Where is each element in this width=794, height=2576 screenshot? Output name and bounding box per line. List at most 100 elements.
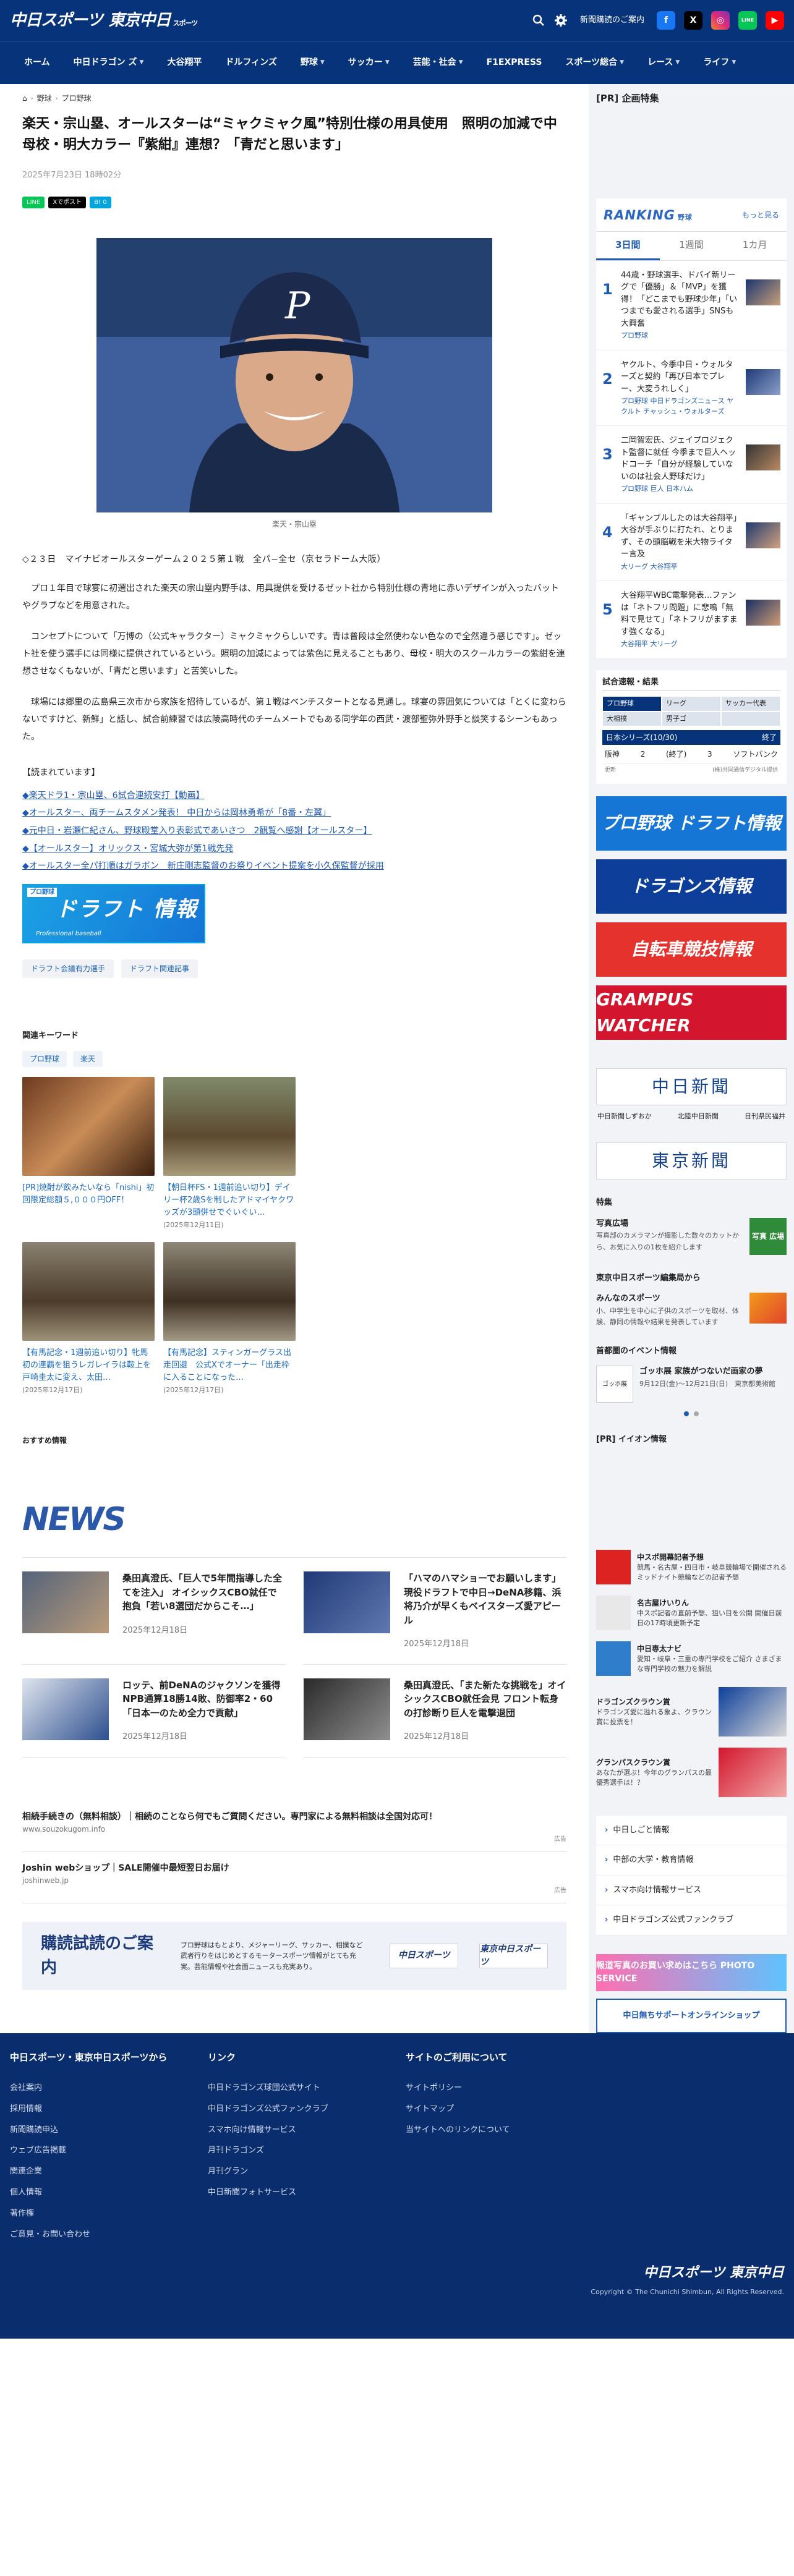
related-link[interactable]: ◆楽天ドラ1・宗山塁、6試合連続安打【動画】 [22, 787, 566, 805]
hatena-bookmark-button[interactable]: B! 0 [90, 196, 111, 208]
subscribe-link[interactable]: 新聞購読のご案内 [576, 14, 648, 27]
site-logo[interactable]: 中日スポーツ 東京中日 スポーツ [10, 9, 198, 33]
score-tab[interactable]: 大相撲 [602, 711, 662, 726]
paper-link[interactable]: 北陸中日新聞 [678, 1112, 719, 1122]
score-tab[interactable]: リーグ [662, 696, 721, 712]
footer-link[interactable]: 会社案内 [10, 2078, 208, 2099]
nav-item[interactable]: ライフ ▼ [691, 57, 748, 68]
tokyo-shimbun-logo[interactable]: 東京新聞 [596, 1142, 787, 1180]
footer-link[interactable]: 中日新聞フォトサービス [208, 2182, 406, 2203]
footer-link[interactable]: スマホ向け情報サービス [208, 2120, 406, 2141]
side-link[interactable]: スマホ向け情報サービス [596, 1875, 787, 1905]
side-ad[interactable]: 中日専太ナビ 愛知・岐阜・三重の専門学校をご紹介 さまざまな専門学校の魅力を解説 [596, 1641, 787, 1676]
footer-link[interactable]: 月刊グラン [208, 2161, 406, 2182]
tag-link[interactable]: ドラフト会議有力選手 [22, 959, 114, 979]
side-ad[interactable]: 中スポ開幕記者予想 競馬・名古屋・四日市・岐阜競輪場で開催されるミッドナイト競輪な… [596, 1549, 787, 1584]
footer-link[interactable]: 新聞購読申込 [10, 2120, 208, 2141]
related-link[interactable]: ◆オールスター全パ打順はガラボン 新庄剛志監督のお祭りイベント提案を小久保監督が… [22, 857, 566, 875]
nav-item[interactable]: サッカー ▼ [336, 57, 401, 68]
footer-link[interactable]: 個人情報 [10, 2182, 208, 2203]
keyword-tag[interactable]: プロ野球 [22, 1050, 67, 1067]
gear-icon[interactable] [554, 14, 568, 27]
photo-service-banner[interactable]: 報道写真のお買い求めはこちら PHOTO SERVICE [596, 1953, 787, 1991]
related-link[interactable]: ◆元中日・岩瀬仁紀さん、野球殿堂入り表彰式であいさつ 2観覧へ感謝【オールスター… [22, 822, 566, 840]
refresh-link[interactable]: 更新 [605, 767, 616, 775]
carousel-dot[interactable] [684, 1411, 689, 1416]
footer-link[interactable]: ウェブ広告掲載 [10, 2140, 208, 2161]
dragons-banner[interactable]: ドラゴンズ情報 [596, 859, 787, 914]
tab-1month[interactable]: 1カ月 [723, 232, 787, 260]
search-icon[interactable] [532, 14, 545, 27]
nav-item[interactable]: F1EXPRESS [475, 57, 554, 68]
x-post-button[interactable]: Xでポスト [48, 196, 87, 208]
nav-item[interactable]: 中日ドラゴン ズ ▼ [62, 57, 156, 68]
footer-link[interactable]: 著作権 [10, 2203, 208, 2224]
news-item[interactable]: 桑田真澄氏、「また新たな挑戦を」オイシックスCBO就任会見 フロント転身の打診断… [304, 1665, 566, 1758]
tag-link[interactable]: ドラフト関連記事 [121, 959, 198, 979]
side-ad[interactable]: ドラゴンズクラウン賞 ドラゴンズ愛に溢れる象よ、クラウン賞に投票を！ [596, 1686, 787, 1736]
score-tab[interactable]: 男子ゴ [662, 711, 721, 726]
side-ad[interactable]: グランパスクラウン賞 あなたが選ぶ！今年のグランパスの最優秀選手は！？ [596, 1747, 787, 1797]
tab-3days[interactable]: 3日間 [596, 232, 660, 260]
recommend-card[interactable]: [PR]焼酎が飲みたいなら「nishi」初回限定総額５,０００円OFF！ [22, 1076, 155, 1231]
ranking-item[interactable]: 3 二岡智宏氏、ジェイプロジェクト監督に就任 今季まで巨人ヘッドコーチ「自分が経… [596, 426, 787, 504]
side-link[interactable]: 中日しごと情報 [596, 1815, 787, 1845]
paper-link[interactable]: 日刊県民福井 [745, 1112, 785, 1122]
footer-logo[interactable]: 中日スポーツ 東京中日 [644, 2263, 784, 2283]
subscription-banner[interactable]: 購読試読のご案内 プロ野球はもとより、メジャーリーグ、サッカー、相撲など武者行り… [22, 1921, 566, 1990]
footer-link[interactable]: ご意見・お問い合わせ [10, 2224, 208, 2245]
paper-link[interactable]: 中日新聞しずおか [597, 1112, 652, 1122]
line-icon[interactable]: LINE [738, 11, 757, 30]
side-link[interactable]: 中日ドラゴンズ公式ファンクラブ [596, 1905, 787, 1936]
footer-link[interactable]: 当サイトへのリンクについて [406, 2120, 604, 2141]
score-tab[interactable]: サッカー代表 [721, 696, 780, 712]
footer-link[interactable]: 関連企業 [10, 2161, 208, 2182]
event-item[interactable]: ゴッホ展 ゴッホ展 家族がつないだ画家の夢 9月12日(金)〜12月21日(日) … [596, 1366, 787, 1403]
nav-item[interactable]: ドルフィンズ [213, 57, 288, 68]
footer-link[interactable]: サイトポリシー [406, 2078, 604, 2099]
ranking-item[interactable]: 4 「ギャンブルしたのは大谷翔平」大谷が手ぶりに打たれ、とりまず、その頭脳戦を米… [596, 504, 787, 581]
x-icon[interactable]: X [684, 11, 702, 30]
ranking-more-link[interactable]: もっと見る [742, 210, 779, 221]
home-icon[interactable]: ⌂ [22, 93, 27, 104]
nav-item[interactable]: 大谷翔平 [155, 57, 213, 68]
carousel-dot[interactable] [694, 1411, 699, 1416]
tokyo-chunichi-sports-logo[interactable]: 東京中日スポーツ [479, 1943, 548, 1968]
feature-item[interactable]: 写真広場 写真部のカメラマンが撮影した数々のカットから、お気に入りの1枚を紹介しま… [596, 1217, 787, 1255]
footer-link[interactable]: 中日ドラゴンズ公式ファンクラブ [208, 2099, 406, 2120]
score-row[interactable]: 阪神 2 (終了) 3 ソフトバンク [602, 745, 780, 764]
breadcrumb-item[interactable]: プロ野球 [62, 93, 92, 104]
youtube-icon[interactable]: ▶ [766, 11, 784, 30]
nav-item[interactable]: 芸能・社会 ▼ [401, 57, 475, 68]
chunichi-shimbun-logo[interactable]: 中日新聞 [596, 1068, 787, 1105]
score-tab-pro-baseball[interactable]: プロ野球 [602, 696, 662, 712]
kids-item[interactable]: みんなのスポーツ 小、中学生を中心に子供のスポーツを取材、体験、静岡の情報や結果を… [596, 1293, 787, 1328]
online-shop-banner[interactable]: 中日無ちサポートオンラインショップ [596, 1998, 787, 2033]
footer-link[interactable]: 中日ドラゴンズ球団公式サイト [208, 2078, 406, 2099]
side-link[interactable]: 中部の大学・教育情報 [596, 1845, 787, 1876]
tab-1week[interactable]: 1週間 [660, 232, 724, 260]
ranking-item[interactable]: 5 大谷翔平WBC電撃発表…ファンは「ネトフリ問題」に悲鳴「無料で見せて」「ネト… [596, 581, 787, 659]
news-item[interactable]: 桑田真澄氏、「巨人で5年間指導した全てを注入」 オイシックスCBO就任で抱負「若… [22, 1558, 285, 1665]
recommend-card[interactable]: 【有馬記念】スティンガーグラス出走回避 公式Xでオーナー「出走枠に入ることになっ… [163, 1241, 296, 1396]
ranking-item[interactable]: 1 44歳・野球選手、ドバイ新リーグで「優勝」＆「MVP」を獲得！「どこまでも野… [596, 261, 787, 351]
text-ad[interactable]: Joshin webショップ｜SALE開催中最短翌日お届け joshinweb.… [22, 1852, 566, 1903]
nav-item[interactable]: レース ▼ [636, 57, 691, 68]
nav-item[interactable]: 野球 ▼ [289, 57, 336, 68]
chunichi-sports-logo[interactable]: 中日スポーツ [390, 1943, 459, 1968]
instagram-icon[interactable]: ◎ [711, 11, 730, 30]
recommend-card[interactable]: 【有馬記念・1週前追い切り】牝馬初の連覇を狙うレガレイラは鞍上を戸崎圭太に変え、… [22, 1241, 155, 1396]
facebook-icon[interactable]: f [657, 11, 675, 30]
news-item[interactable]: 「ハマのハマショーでお願いします」現役ドラフトで中日→DeNA移籍、浜将乃介が早… [304, 1558, 566, 1665]
text-ad[interactable]: 相続手続きの（無料相談）｜相続のことなら何でもご質問ください。専門家による無料相… [22, 1801, 566, 1852]
keyword-tag[interactable]: 楽天 [73, 1050, 103, 1067]
nav-item[interactable]: スポーツ総合 ▼ [553, 57, 636, 68]
grampus-banner[interactable]: GRAMPUS WATCHER [596, 985, 787, 1040]
cycling-banner[interactable]: 自転車競技情報 [596, 922, 787, 977]
side-ad[interactable]: 名古屋けいりん 中スポ記者の直前予想、狙い目を公開 開催日前日の17時頃更新予定 [596, 1595, 787, 1630]
draft-banner-side[interactable]: プロ野球 ドラフト情報 [596, 796, 787, 851]
line-share-button[interactable]: LINE [22, 196, 45, 208]
related-link[interactable]: ◆オールスター、両チームスタメン発表！ 中日からは岡林勇希が「8番・左翼」 [22, 804, 566, 822]
recommend-card[interactable]: 【朝日杯FS・1週前追い切り】デイリー杯2歳Sを制したアドマイヤクワッズが3頭併… [163, 1076, 296, 1231]
nav-item[interactable]: ホーム [12, 57, 62, 68]
